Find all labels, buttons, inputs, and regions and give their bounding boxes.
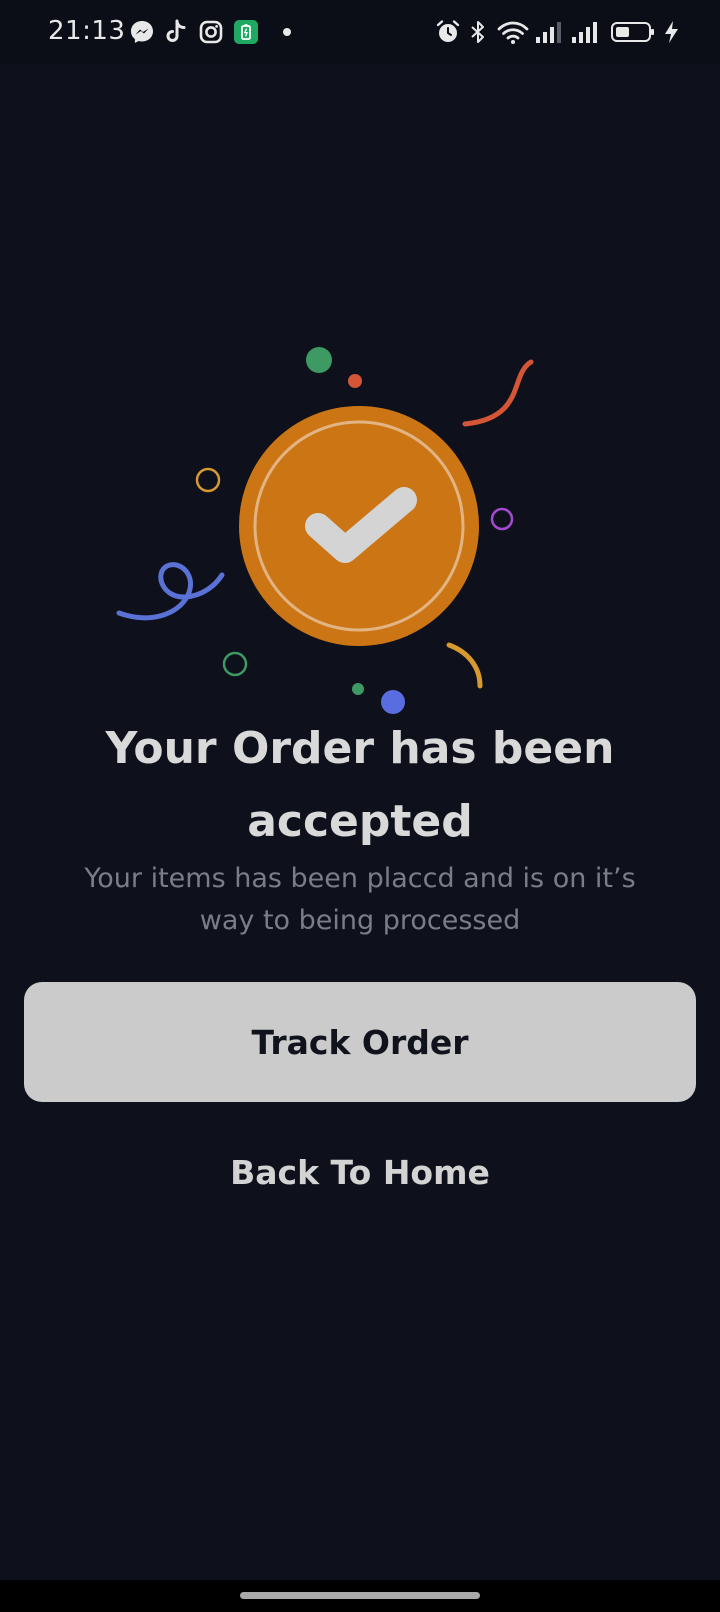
confetti-blue-dot <box>381 690 405 714</box>
alarm-icon <box>436 20 460 42</box>
confetti-blue-ribbon <box>116 562 225 621</box>
confetti-purple-ring <box>490 507 514 531</box>
wifi-icon <box>497 21 529 44</box>
battery-saver-icon <box>234 20 258 44</box>
confetti-green-dot <box>306 347 332 373</box>
dot-icon <box>283 28 291 36</box>
track-order-button[interactable]: Track Order <box>24 982 696 1102</box>
order-accepted-screen: 21:13 Your Order has been accepted Your … <box>0 0 720 1612</box>
confetti-orange-ring <box>195 467 221 493</box>
confetti-small-green-dot <box>352 683 364 695</box>
confetti-red-dot <box>348 374 362 388</box>
back-to-home-button[interactable]: Back To Home <box>160 1142 560 1202</box>
bluetooth-icon <box>471 21 484 43</box>
page-subtitle: Your items has been placcd and is on it’… <box>84 863 636 936</box>
messenger-icon <box>131 21 153 43</box>
page-title: Your Order has been accepted <box>105 723 615 847</box>
order-accepted-illustration <box>116 347 534 714</box>
confetti-orange-arc <box>446 642 483 689</box>
confetti-red-squiggle <box>462 359 534 427</box>
signal-1-icon <box>536 22 561 43</box>
signal-2-icon <box>572 22 597 43</box>
status-time: 21:13 <box>48 16 126 46</box>
system-nav-bar <box>0 1580 720 1612</box>
tiktok-icon <box>166 19 186 42</box>
home-indicator[interactable] <box>240 1592 480 1599</box>
charging-icon <box>665 21 678 43</box>
battery-icon <box>611 22 654 42</box>
status-bar: 21:13 <box>0 0 720 64</box>
confetti-green-ring <box>222 651 248 677</box>
instagram-icon <box>199 20 223 44</box>
